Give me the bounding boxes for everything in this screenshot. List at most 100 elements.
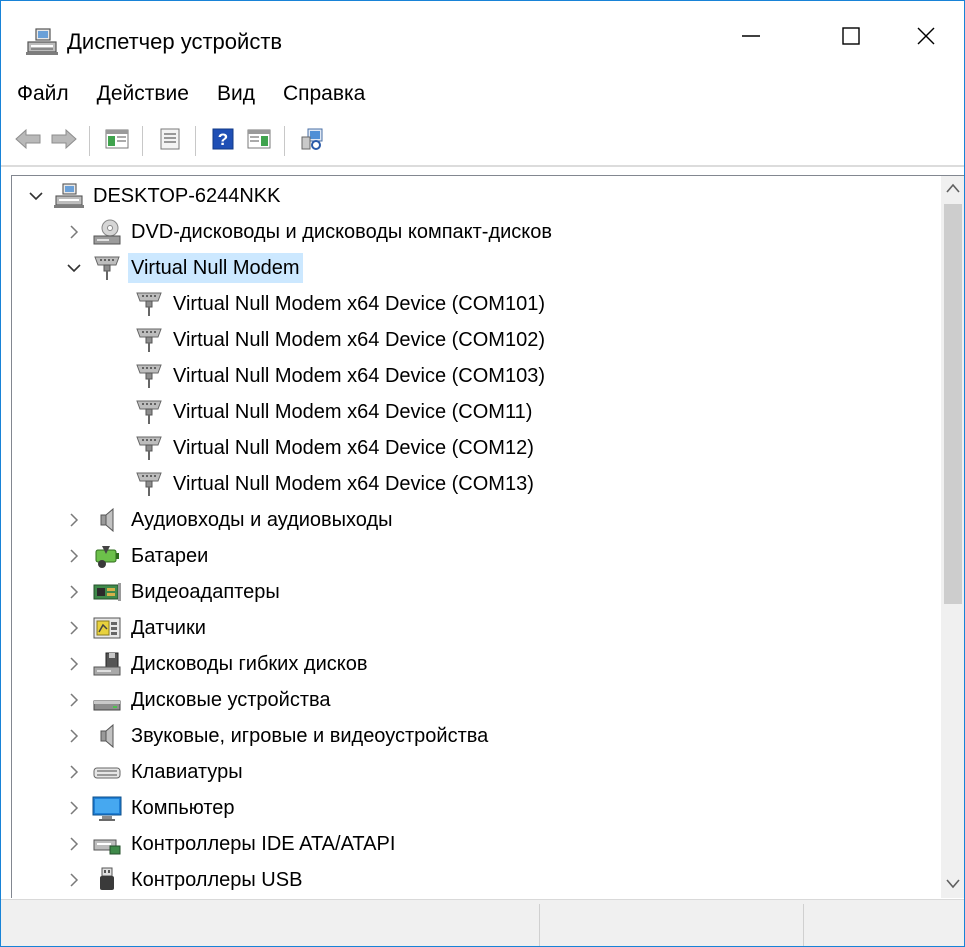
serial-port-icon [134, 433, 164, 463]
tree-category-item[interactable]: Клавиатуры [64, 754, 246, 790]
toolbar-separator [195, 126, 196, 156]
tree-category-item[interactable]: Датчики [64, 610, 209, 646]
chevron-right-icon[interactable] [64, 798, 84, 818]
back-button[interactable] [13, 125, 43, 157]
tree-item-label: Virtual Null Modem x64 Device (COM102) [173, 329, 545, 351]
tree-item-label: Звуковые, игровые и видеоустройства [131, 725, 489, 747]
scroll-up-button[interactable] [941, 176, 964, 202]
minimize-button[interactable] [701, 1, 801, 71]
tree-item-label: Virtual Null Modem x64 Device (COM13) [173, 473, 534, 495]
tree-item-label: Клавиатуры [131, 761, 243, 783]
tree-root-computer[interactable]: DESKTOP-6244NKK [26, 178, 284, 214]
back-arrow-icon [14, 128, 42, 155]
tree-category-item[interactable]: Дисководы гибких дисков [64, 646, 370, 682]
tree-item-label: Батареи [131, 545, 209, 567]
keyboard-icon [92, 757, 122, 787]
tree-category-item[interactable]: Видеоадаптеры [64, 574, 283, 610]
chevron-down-icon[interactable] [64, 258, 84, 278]
tree-item-label: Virtual Null Modem x64 Device (COM11) [173, 401, 533, 423]
scrollbar-thumb[interactable] [944, 204, 962, 604]
chevron-right-icon[interactable] [64, 726, 84, 746]
tree-item-label: Virtual Null Modem [128, 253, 303, 283]
device-tree: DESKTOP-6244NKK DVD-дисководы и дисководы… [12, 176, 937, 898]
help-button[interactable]: ? [208, 125, 238, 157]
chevron-up-icon [946, 180, 960, 198]
tree-device-item[interactable]: Virtual Null Modem x64 Device (COM102) [134, 322, 548, 358]
chevron-right-icon[interactable] [64, 870, 84, 890]
title-bar[interactable]: Диспетчер устройств [1, 1, 964, 71]
tree-item-label: Датчики [131, 617, 206, 639]
serial-port-icon [134, 325, 164, 355]
tree-category-item[interactable]: DVD-дисководы и дисководы компакт-дисков [64, 214, 555, 250]
console-tree-icon [105, 128, 129, 155]
menu-bar: Файл Действие Вид Справка [1, 71, 964, 117]
toolbar-separator [142, 126, 143, 156]
speaker-icon [92, 505, 122, 535]
chevron-right-icon[interactable] [64, 222, 84, 242]
tree-item-label: Дисковые устройства [131, 689, 331, 711]
sound-device-icon [92, 721, 122, 751]
floppy-drive-icon [92, 649, 122, 679]
device-tree-panel: DESKTOP-6244NKK DVD-дисководы и дисководы… [11, 175, 964, 898]
show-hide-console-tree-button[interactable] [102, 125, 132, 157]
tree-item-label: Аудиовходы и аудиовыходы [131, 509, 393, 531]
action-pane-icon [247, 128, 271, 155]
tree-device-item[interactable]: Virtual Null Modem x64 Device (COM11) [134, 394, 535, 430]
scan-hardware-button[interactable] [297, 125, 327, 157]
chevron-right-icon[interactable] [64, 762, 84, 782]
serial-port-icon [92, 253, 122, 283]
vertical-scrollbar[interactable] [941, 176, 964, 898]
tree-category-item[interactable]: Контроллеры IDE ATA/ATAPI [64, 826, 398, 862]
toolbar: ? [1, 117, 964, 165]
status-separator [539, 904, 540, 946]
tree-device-item[interactable]: Virtual Null Modem x64 Device (COM101) [134, 286, 548, 322]
tree-device-item[interactable]: Virtual Null Modem x64 Device (COM103) [134, 358, 548, 394]
tree-category-item[interactable]: Virtual Null Modem [64, 250, 303, 286]
tree-category-item[interactable]: Аудиовходы и аудиовыходы [64, 502, 396, 538]
chevron-right-icon[interactable] [64, 690, 84, 710]
chevron-right-icon[interactable] [64, 654, 84, 674]
tree-category-item[interactable]: Компьютер [64, 790, 238, 826]
chevron-right-icon[interactable] [64, 834, 84, 854]
scroll-down-button[interactable] [941, 872, 964, 898]
menu-file[interactable]: Файл [7, 74, 79, 114]
tree-category-item[interactable]: Контроллеры USB [64, 862, 305, 898]
serial-port-icon [134, 361, 164, 391]
tree-device-item[interactable]: Virtual Null Modem x64 Device (COM13) [134, 466, 537, 502]
chevron-right-icon[interactable] [64, 582, 84, 602]
menu-action[interactable]: Действие [87, 74, 199, 114]
tree-item-label: Компьютер [131, 797, 235, 819]
tree-item-label: DVD-дисководы и дисководы компакт-дисков [131, 221, 553, 243]
tree-category-item[interactable]: Дисковые устройства [64, 682, 334, 718]
tree-category-item[interactable]: Звуковые, игровые и видеоустройства [64, 718, 491, 754]
close-button[interactable] [881, 1, 964, 71]
menu-help[interactable]: Справка [273, 74, 375, 114]
tree-item-label: Контроллеры IDE ATA/ATAPI [131, 833, 396, 855]
serial-port-icon [134, 397, 164, 427]
chevron-right-icon[interactable] [64, 510, 84, 530]
sensor-icon [92, 613, 122, 643]
minimize-icon [741, 26, 761, 46]
tree-device-item[interactable]: Virtual Null Modem x64 Device (COM12) [134, 430, 537, 466]
tree-item-label: Virtual Null Modem x64 Device (COM12) [173, 437, 534, 459]
device-manager-window: Диспетчер устройств Файл Действие Вид Сп… [0, 0, 965, 947]
status-separator [803, 904, 804, 946]
properties-icon [158, 127, 182, 156]
close-icon [916, 26, 936, 46]
monitor-icon [92, 793, 122, 823]
chevron-right-icon[interactable] [64, 618, 84, 638]
tree-category-item[interactable]: Батареи [64, 538, 211, 574]
chevron-right-icon[interactable] [64, 546, 84, 566]
forward-button[interactable] [49, 125, 79, 157]
properties-button[interactable] [155, 125, 185, 157]
tree-item-label: Контроллеры USB [131, 869, 303, 891]
chevron-down-icon[interactable] [26, 186, 46, 206]
disk-drive-icon [92, 685, 122, 715]
menu-view[interactable]: Вид [207, 74, 265, 114]
maximize-icon [841, 26, 861, 46]
scan-hardware-icon [299, 126, 325, 157]
tree-item-label: Virtual Null Modem x64 Device (COM101) [173, 293, 545, 315]
show-hide-action-pane-button[interactable] [244, 125, 274, 157]
tree-item-label: Дисководы гибких дисков [131, 653, 368, 675]
ide-controller-icon [92, 829, 122, 859]
